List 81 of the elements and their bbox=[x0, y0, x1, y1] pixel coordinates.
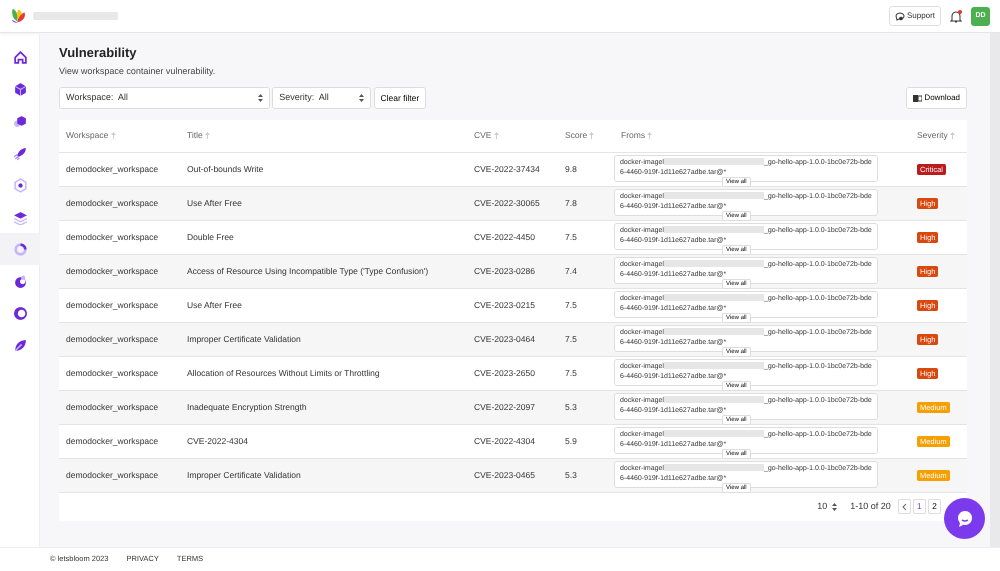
table-cell: Allocation of Resources Without Limits or Throttling bbox=[187, 368, 380, 378]
table-cell: CVE-2023-0215 bbox=[474, 300, 535, 310]
home-icon bbox=[12, 50, 28, 64]
table-cell: demodocker_workspace bbox=[66, 266, 158, 276]
table-cell: demodocker_workspace bbox=[66, 334, 158, 344]
table-cell: 7.5 bbox=[565, 368, 577, 378]
table-cell: CVE-2022-4304 bbox=[474, 436, 535, 446]
table-cell: demodocker_workspace bbox=[66, 470, 158, 480]
clear-filter-button[interactable]: Clear filter bbox=[374, 87, 426, 110]
table-cell: 9.8 bbox=[565, 164, 577, 174]
support-button[interactable]: Support bbox=[888, 6, 941, 26]
table-cell: 7.8 bbox=[565, 198, 577, 208]
page-range: 1-10 of 20 bbox=[850, 500, 891, 513]
layers-icon bbox=[12, 210, 28, 224]
page-size-select[interactable]: 10 bbox=[817, 500, 837, 514]
table-cell: CVE-2023-2650 bbox=[474, 368, 535, 378]
workspace-select[interactable]: Workspace: All bbox=[59, 87, 270, 110]
sort-arrow-icon bbox=[950, 132, 955, 140]
cube-icon bbox=[12, 82, 28, 96]
table-cell: CVE-2022-4450 bbox=[474, 232, 535, 242]
table-cell: Access of Resource Using Incompatible Type ('Type Confusion') bbox=[187, 266, 428, 276]
sort-caret-icon bbox=[832, 502, 837, 511]
sort-caret-icon bbox=[359, 94, 364, 102]
rocket-icon bbox=[12, 146, 28, 160]
table-cell: 5.3 bbox=[565, 402, 577, 412]
ring-icon bbox=[12, 242, 28, 256]
sort-arrow-icon bbox=[589, 132, 594, 140]
table-cell: demodocker_workspace bbox=[66, 436, 158, 446]
column-header[interactable]: Froms bbox=[621, 129, 652, 142]
table-cell: 7.5 bbox=[565, 232, 577, 242]
table-cell: 7.5 bbox=[565, 300, 577, 310]
table-cell: demodocker_workspace bbox=[66, 232, 158, 242]
table-cell: CVE-2022-37434 bbox=[474, 164, 540, 174]
table-cell: demodocker_workspace bbox=[66, 300, 158, 310]
page-button[interactable]: 1 bbox=[912, 499, 926, 514]
table-cell: Use After Free bbox=[187, 300, 242, 310]
table-cell: CVE-2023-0465 bbox=[474, 470, 535, 480]
table-cell: Improper Certificate Validation bbox=[187, 334, 301, 344]
table-cell: demodocker_workspace bbox=[66, 368, 158, 378]
column-header[interactable]: Severity bbox=[917, 129, 955, 142]
column-header[interactable]: Title bbox=[187, 129, 210, 142]
chat-bubble-icon bbox=[894, 12, 905, 20]
table-cell: 7.4 bbox=[565, 266, 577, 276]
table-cell: Improper Certificate Validation bbox=[187, 470, 301, 480]
column-header[interactable]: Score bbox=[565, 129, 594, 142]
table-cell: 7.5 bbox=[565, 334, 577, 344]
sort-arrow-icon bbox=[494, 132, 499, 140]
crescent-icon bbox=[12, 306, 28, 320]
sort-arrow-icon bbox=[110, 132, 116, 140]
severity-select[interactable]: Severity: All bbox=[272, 87, 372, 110]
download-button[interactable]: Download bbox=[906, 87, 967, 110]
table-cell: demodocker_workspace bbox=[66, 198, 158, 208]
table-cell: demodocker_workspace bbox=[66, 164, 158, 174]
sort-arrow-icon bbox=[205, 132, 210, 140]
table-cell: CVE-2022-4304 bbox=[187, 436, 248, 446]
table-cell: CVE-2022-2097 bbox=[474, 402, 535, 412]
table-cell: Inadequate Encryption Strength bbox=[187, 402, 307, 412]
leaf-icon bbox=[12, 338, 28, 352]
page-title: Vulnerability bbox=[59, 45, 138, 61]
table-cell: demodocker_workspace bbox=[66, 402, 158, 412]
table-cell: Use After Free bbox=[187, 198, 242, 208]
table-cell: Double Free bbox=[187, 232, 234, 242]
sort-caret-icon bbox=[258, 94, 263, 102]
table-cell: Out-of-bounds Write bbox=[187, 164, 264, 174]
hexagon-icon bbox=[12, 114, 28, 128]
column-header[interactable]: Workspace bbox=[66, 129, 116, 142]
logo-icon[interactable] bbox=[10, 7, 28, 25]
page-subtitle: View workspace container vulnerability. bbox=[59, 64, 216, 78]
chevron-left-icon bbox=[902, 502, 906, 511]
column-header[interactable]: CVE bbox=[474, 129, 499, 142]
notification-bell-icon[interactable] bbox=[950, 10, 962, 22]
sort-arrow-icon bbox=[647, 132, 652, 140]
page-button[interactable]: 2 bbox=[928, 499, 941, 514]
table-cell: CVE-2023-0464 bbox=[474, 334, 535, 344]
table-cell: 5.3 bbox=[565, 470, 577, 480]
spreadsheet-icon bbox=[913, 94, 922, 103]
table-cell: CVE-2023-0286 bbox=[474, 266, 535, 276]
table-cell: CVE-2022-30065 bbox=[474, 198, 540, 208]
previous-page-button[interactable] bbox=[898, 499, 910, 514]
table-cell: 5.9 bbox=[565, 436, 577, 446]
swirl-icon bbox=[12, 274, 28, 288]
